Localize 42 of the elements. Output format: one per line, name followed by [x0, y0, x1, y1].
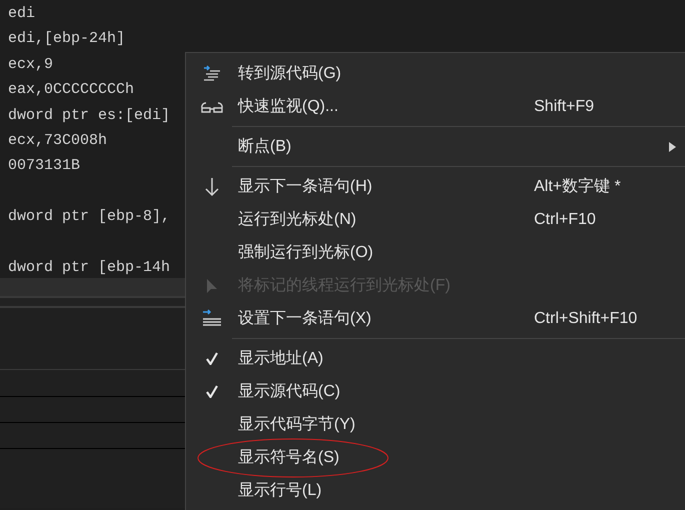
- menu-label: 显示源代码(C): [238, 382, 342, 402]
- menu-label: 快速监视(Q)...: [238, 96, 340, 116]
- code-line: dword ptr [ebp-14h: [8, 258, 170, 278]
- menu-item[interactable]: 运行到光标处(N) Ctrl+F10: [186, 203, 685, 236]
- code-line: edi,[ebp-24h]: [8, 29, 126, 50]
- menu-label: 设置下一条语句(X): [238, 308, 372, 328]
- code-line: 0073131B: [8, 156, 80, 176]
- menu-item[interactable]: 显示下一条语句(H) Alt+数字键 *: [186, 170, 685, 203]
- menu-item[interactable]: 强制运行到光标(O): [186, 236, 685, 269]
- menu-item[interactable]: 显示地址(A): [186, 342, 685, 375]
- code-line: ecx,73C008h: [8, 131, 108, 152]
- menu-item[interactable]: 显示符号名(S): [186, 441, 685, 474]
- menu-item[interactable]: 断点(B): [186, 130, 685, 163]
- set-next-statement-icon: [201, 308, 223, 328]
- menu-label: 显示下一条语句(H): [238, 176, 374, 196]
- menu-item[interactable]: 快速监视(Q)... Shift+F9: [186, 90, 685, 123]
- shortcut-text: Alt+数字键 *: [534, 176, 621, 196]
- shortcut-text: Shift+F9: [534, 96, 594, 116]
- menu-label: 强制运行到光标(O): [238, 242, 374, 262]
- menu-label: 断点(B): [238, 136, 292, 156]
- code-line: dword ptr [ebp-8],: [8, 207, 170, 228]
- code-line: eax,0CCCCCCCCh: [8, 80, 134, 100]
- menu-label: 显示行号(L): [238, 480, 323, 500]
- menu-label: 转到源代码(G): [238, 64, 342, 84]
- menu-item[interactable]: 设置下一条语句(X) Ctrl+Shift+F10: [186, 302, 685, 335]
- code-line: ecx,9: [8, 54, 54, 75]
- pointer-icon: [206, 278, 218, 294]
- shortcut-text: Ctrl+Shift+F10: [534, 308, 638, 328]
- menu-label: 显示地址(A): [238, 348, 324, 368]
- go-to-source-icon: [202, 64, 222, 82]
- down-arrow-icon: [204, 176, 220, 196]
- code-line: edi: [8, 4, 36, 24]
- menu-label: 显示符号名(S): [238, 448, 340, 468]
- menu-item[interactable]: 显示源代码(C): [186, 375, 685, 408]
- menu-label: 运行到光标处(N): [238, 210, 358, 230]
- menu-item[interactable]: 转到源代码(G): [186, 57, 685, 90]
- menu-label: 显示代码字节(Y): [238, 414, 356, 434]
- glasses-icon: [201, 100, 223, 114]
- menu-item[interactable]: 显示行号(L): [186, 474, 685, 507]
- menu-item[interactable]: 显示代码字节(Y): [186, 408, 685, 441]
- shortcut-text: Ctrl+F10: [534, 210, 596, 230]
- code-line: dword ptr es:[edi]: [8, 106, 170, 126]
